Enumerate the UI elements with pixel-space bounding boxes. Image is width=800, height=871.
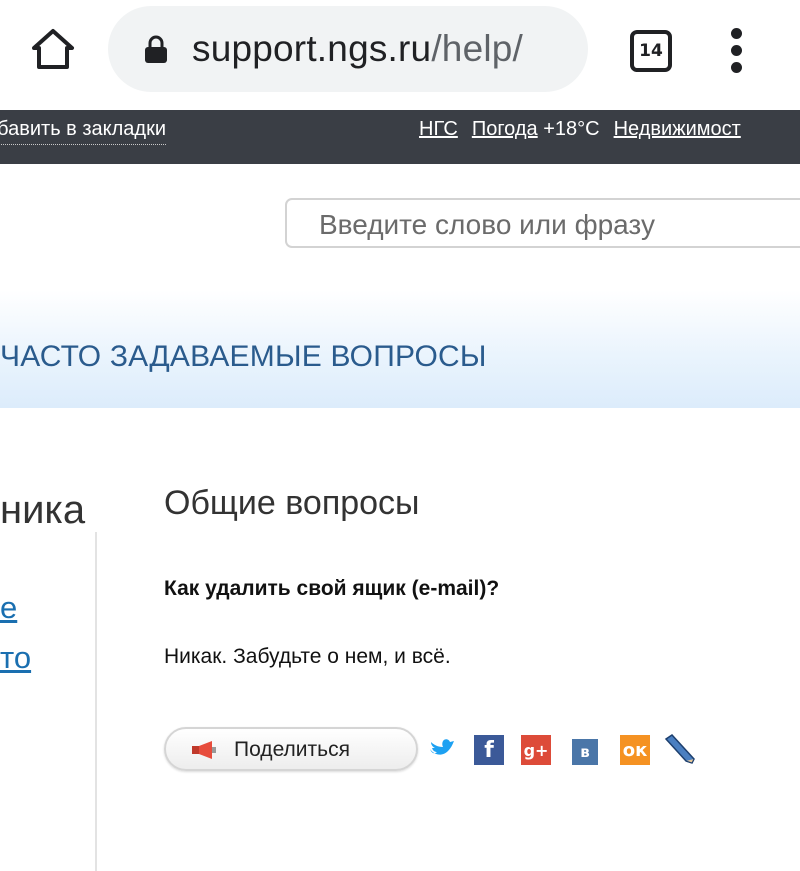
nav-link-ngs[interactable]: НГС xyxy=(419,118,458,140)
share-label: Поделиться xyxy=(234,738,350,761)
tab-switcher-button[interactable]: 14 xyxy=(630,30,672,72)
search-field[interactable] xyxy=(285,198,800,248)
more-options-icon[interactable] xyxy=(724,28,750,73)
home-icon[interactable] xyxy=(30,26,76,72)
faq-header-band: ЧАСТО ЗАДАВАЕМЫЕ ВОПРОСЫ xyxy=(0,290,800,408)
search-input[interactable] xyxy=(317,206,800,244)
vkontakte-icon[interactable]: в xyxy=(572,739,598,765)
temperature-value: +18°C xyxy=(543,118,600,140)
menu-dot xyxy=(731,45,742,56)
menu-dot xyxy=(731,28,742,39)
megaphone-icon xyxy=(192,741,216,759)
address-bar[interactable]: support.ngs.ru/help/ xyxy=(108,6,588,92)
nav-link-realty[interactable]: Недвижимост xyxy=(614,118,741,140)
lock-icon xyxy=(145,35,167,63)
site-top-bar: обавить в закладки НГС Погода +18°C Недвиж… xyxy=(0,110,800,164)
facebook-icon[interactable]: f xyxy=(474,735,504,765)
section-title: Общие вопросы xyxy=(164,484,420,522)
google-plus-icon[interactable]: g+ xyxy=(521,735,551,765)
nav-link-weather[interactable]: Погода xyxy=(472,118,538,140)
faq-question: Как удалить свой ящик (e-mail)? xyxy=(164,577,500,600)
add-bookmark-link[interactable]: обавить в закладки xyxy=(0,118,167,145)
url-path: /help/ xyxy=(431,28,524,69)
sidebar-link[interactable]: то xyxy=(0,640,31,676)
menu-dot xyxy=(731,62,742,73)
faq-answer: Никак. Забудьте о нем, и всё. xyxy=(164,645,451,668)
odnoklassniki-icon[interactable]: ок xyxy=(620,735,650,765)
column-divider xyxy=(95,532,97,871)
tab-count: 14 xyxy=(639,41,663,61)
twitter-icon[interactable] xyxy=(428,733,456,765)
top-nav: НГС Погода +18°C Недвижимост xyxy=(419,118,741,141)
browser-toolbar: support.ngs.ru/help/ 14 xyxy=(0,0,800,110)
faq-title: ЧАСТО ЗАДАВАЕМЫЕ ВОПРОСЫ xyxy=(0,340,487,373)
share-button[interactable]: Поделиться xyxy=(164,727,418,771)
livejournal-icon[interactable] xyxy=(662,733,698,765)
url-host: support.ngs.ru xyxy=(192,28,432,69)
sidebar-heading: ника xyxy=(0,488,86,532)
sidebar-link[interactable]: е xyxy=(0,590,17,626)
url-text[interactable]: support.ngs.ru/help/ xyxy=(192,27,523,71)
